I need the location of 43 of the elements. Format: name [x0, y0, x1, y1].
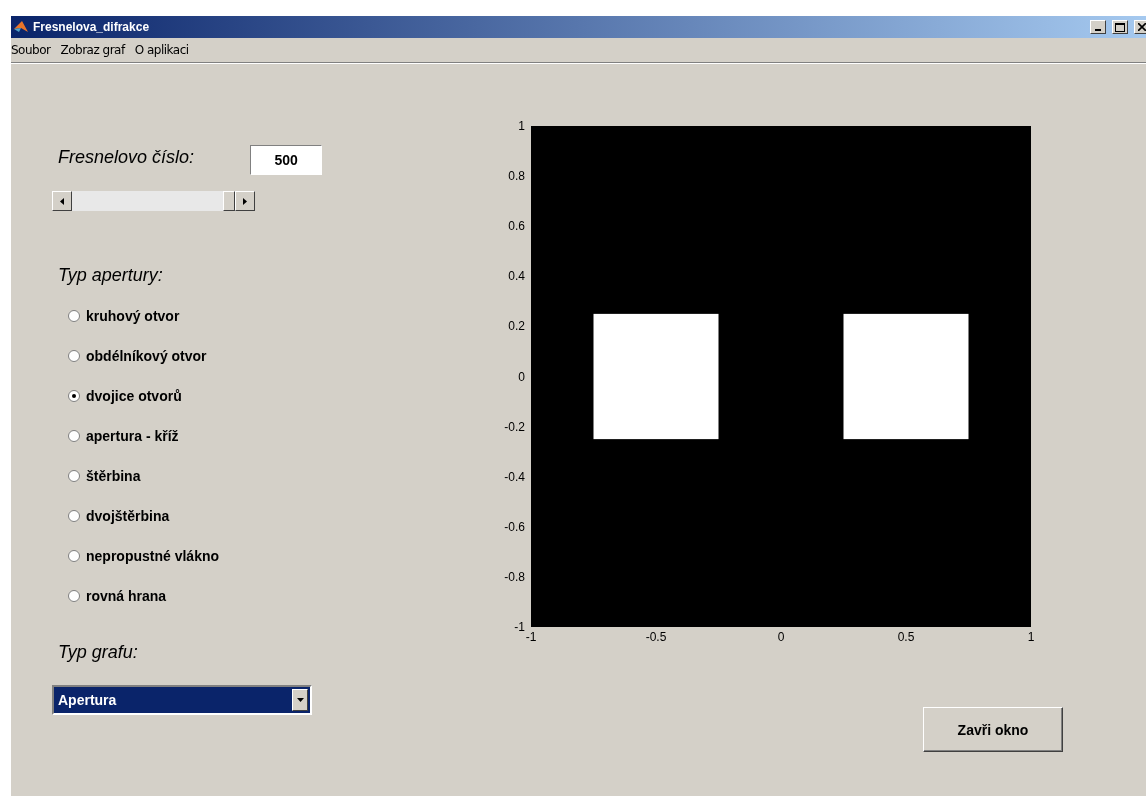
x-tick-label: 1: [1027, 630, 1035, 644]
aperture-radio[interactable]: nepropustné vlákno: [68, 546, 491, 566]
x-tick-label: -0.5: [645, 630, 667, 644]
y-tick-label: -0.6: [504, 519, 525, 534]
window-title: Fresnelova_difrakce: [33, 20, 151, 34]
radio-label: dvojice otvorů: [86, 388, 182, 404]
x-tick-label: -1: [525, 630, 537, 644]
menu-item[interactable]: O aplikaci: [134, 43, 189, 57]
aperture-radio[interactable]: kruhový otvor: [68, 306, 491, 326]
graph-type-dropdown[interactable]: Apertura: [52, 685, 312, 715]
aperture-radio[interactable]: apertura - kříž: [68, 426, 491, 446]
y-tick-label: 0.4: [508, 269, 525, 284]
menu-item[interactable]: Zobraz graf: [60, 43, 125, 57]
x-tick-label: 0.5: [897, 630, 915, 644]
fresnel-number-field[interactable]: 500: [250, 145, 323, 175]
graph-type-label: Typ grafu:: [58, 642, 139, 663]
radio-label: dvojštěrbina: [86, 508, 170, 524]
aperture-radio[interactable]: rovná hrana: [68, 586, 491, 606]
radio-label: nepropustné vlákno: [86, 548, 220, 564]
radio-label: rovná hrana: [86, 588, 167, 604]
y-tick-label: 0: [518, 369, 525, 384]
radio-label: štěrbina: [86, 468, 141, 484]
menu-item[interactable]: Soubor: [11, 43, 51, 57]
aperture-radio[interactable]: štěrbina: [68, 466, 491, 486]
y-tick-label: 1: [518, 119, 525, 133]
radio-label: obdélníkový otvor: [86, 348, 207, 364]
close-window-button[interactable]: Zavři okno: [923, 707, 1063, 752]
aperture-radio[interactable]: obdélníkový otvor: [68, 346, 491, 366]
fresnel-number-label: Fresnelovo číslo:: [58, 147, 195, 168]
radio-label: kruhový otvor: [86, 308, 180, 324]
y-tick-label: 0.8: [508, 169, 525, 184]
y-tick-label: -0.8: [504, 569, 525, 584]
y-tick-label: -0.4: [504, 469, 525, 484]
radio-label: apertura - kříž: [86, 428, 179, 444]
y-tick-label: -0.2: [504, 419, 525, 434]
dropdown-value: Apertura: [57, 692, 118, 708]
x-tick-label: 0: [777, 630, 785, 644]
y-tick-label: 0.2: [508, 319, 525, 334]
y-tick-label: 0.6: [508, 219, 525, 234]
y-tick-label: -1: [514, 620, 525, 634]
aperture-radio[interactable]: dvojice otvorů: [68, 386, 491, 406]
aperture-type-label: Typ apertury:: [58, 265, 164, 286]
aperture-radio[interactable]: dvojštěrbina: [68, 506, 491, 526]
